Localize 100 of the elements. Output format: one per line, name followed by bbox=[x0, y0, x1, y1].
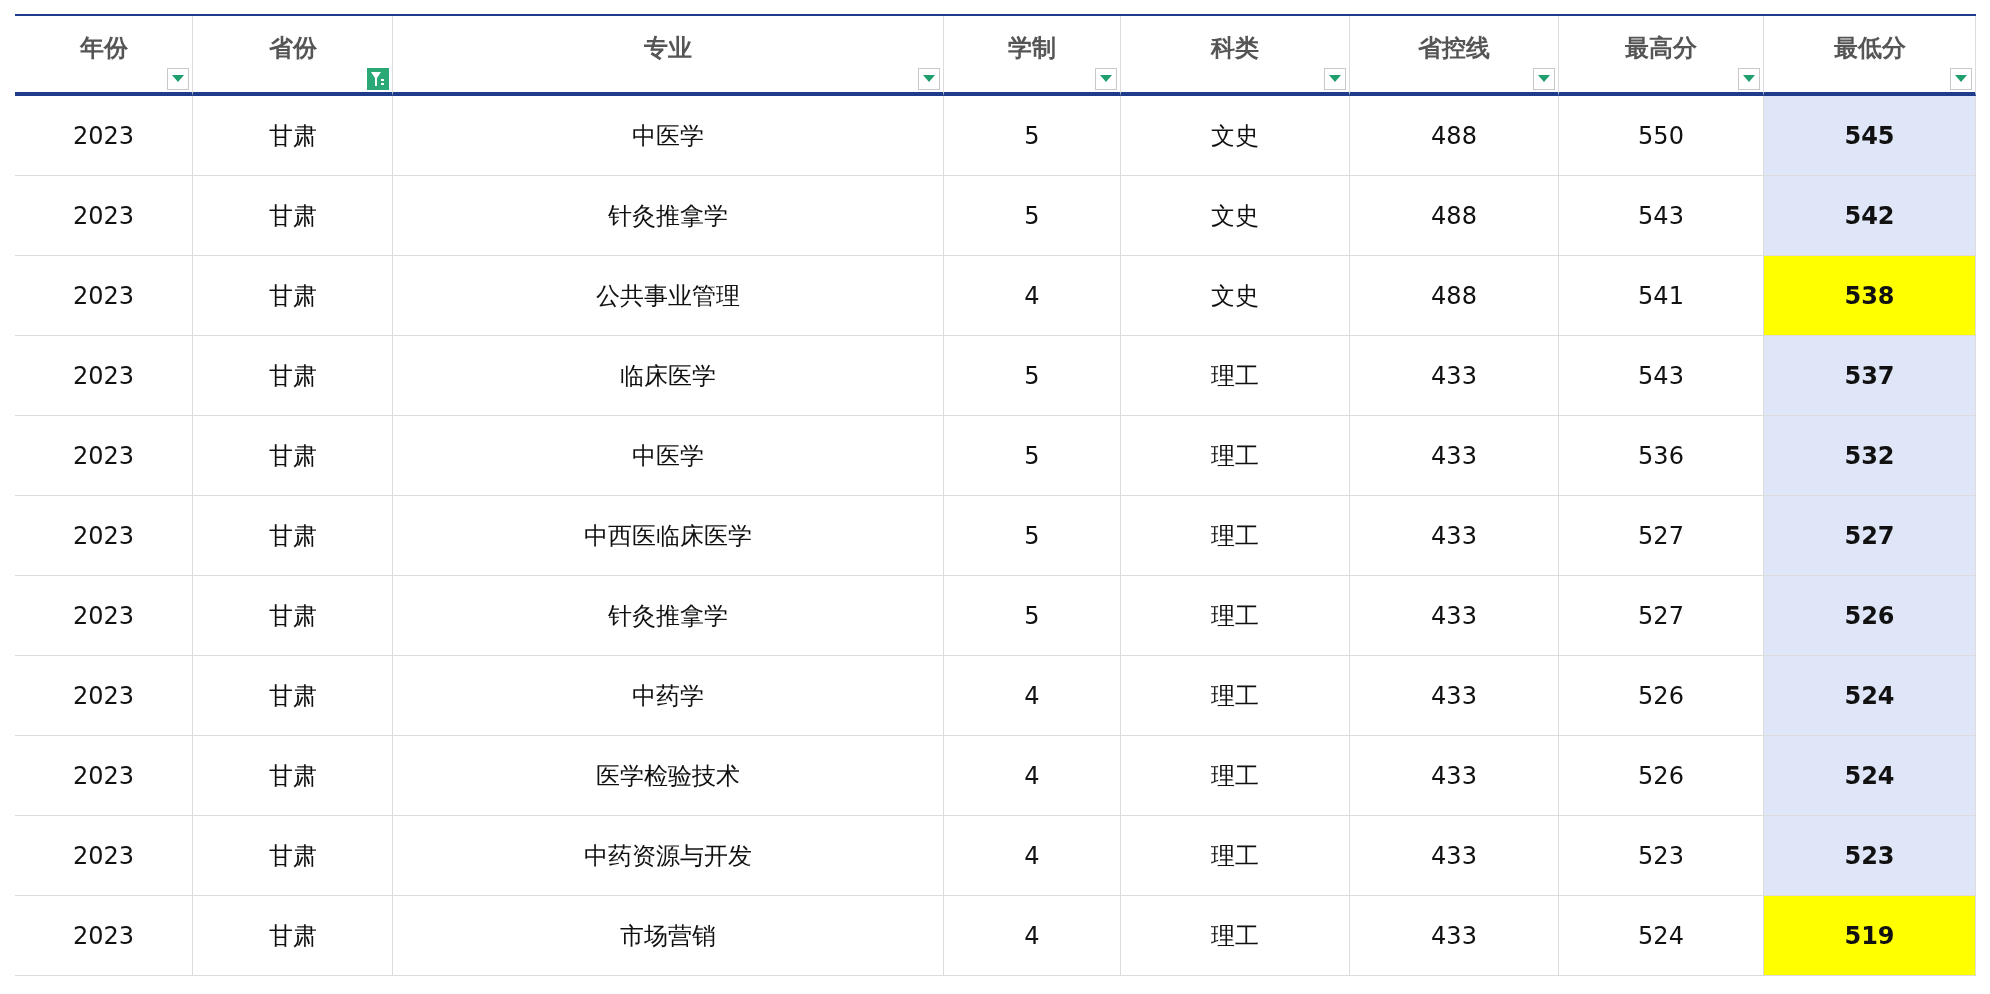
table-cell: 4 bbox=[944, 256, 1121, 336]
column-title: 科类 bbox=[1211, 33, 1259, 64]
table-cell: 433 bbox=[1350, 576, 1559, 656]
table-cell: 532 bbox=[1764, 416, 1976, 496]
table-cell: 中药学 bbox=[393, 656, 944, 736]
table-cell: 526 bbox=[1559, 656, 1764, 736]
table-cell: 2023 bbox=[15, 176, 193, 256]
table-cell: 理工 bbox=[1121, 576, 1350, 656]
table-cell: 甘肃 bbox=[193, 576, 393, 656]
table-cell: 523 bbox=[1559, 816, 1764, 896]
table-cell: 医学检验技术 bbox=[393, 736, 944, 816]
table-cell: 524 bbox=[1559, 896, 1764, 976]
table-cell: 甘肃 bbox=[193, 176, 393, 256]
funnel-icon bbox=[371, 71, 385, 87]
table-cell: 488 bbox=[1350, 176, 1559, 256]
table-cell: 2023 bbox=[15, 656, 193, 736]
filter-dropdown-button[interactable] bbox=[1738, 68, 1760, 90]
caret-icon bbox=[172, 75, 184, 83]
table-cell: 536 bbox=[1559, 416, 1764, 496]
table-cell: 文史 bbox=[1121, 256, 1350, 336]
table-cell: 理工 bbox=[1121, 736, 1350, 816]
table-cell: 2023 bbox=[15, 336, 193, 416]
table-cell: 2023 bbox=[15, 96, 193, 176]
table-cell: 433 bbox=[1350, 496, 1559, 576]
table-cell: 文史 bbox=[1121, 96, 1350, 176]
table-cell: 公共事业管理 bbox=[393, 256, 944, 336]
table-cell: 527 bbox=[1764, 496, 1976, 576]
table-cell: 5 bbox=[944, 496, 1121, 576]
filter-dropdown-button[interactable] bbox=[1950, 68, 1972, 90]
table-cell: 甘肃 bbox=[193, 256, 393, 336]
column-title: 省控线 bbox=[1418, 33, 1490, 64]
table-cell: 甘肃 bbox=[193, 96, 393, 176]
table-cell: 488 bbox=[1350, 256, 1559, 336]
table-cell: 临床医学 bbox=[393, 336, 944, 416]
filter-dropdown-button[interactable] bbox=[167, 68, 189, 90]
table-cell: 甘肃 bbox=[193, 656, 393, 736]
filter-dropdown-button[interactable] bbox=[1533, 68, 1555, 90]
table-cell: 理工 bbox=[1121, 416, 1350, 496]
table-cell: 甘肃 bbox=[193, 736, 393, 816]
table-cell: 2023 bbox=[15, 896, 193, 976]
table-cell: 甘肃 bbox=[193, 336, 393, 416]
column-title: 省份 bbox=[268, 33, 317, 64]
column-title: 学制 bbox=[1008, 33, 1056, 64]
table-cell: 433 bbox=[1350, 656, 1559, 736]
table-cell: 理工 bbox=[1121, 816, 1350, 896]
table-cell: 524 bbox=[1764, 736, 1976, 816]
column-title: 年份 bbox=[79, 33, 128, 64]
table-cell: 2023 bbox=[15, 256, 193, 336]
table-cell: 2023 bbox=[15, 816, 193, 896]
table-cell: 文史 bbox=[1121, 176, 1350, 256]
filter-dropdown-button[interactable] bbox=[1095, 68, 1117, 90]
table-cell: 433 bbox=[1350, 336, 1559, 416]
table-cell: 中医学 bbox=[393, 96, 944, 176]
table-cell: 519 bbox=[1764, 896, 1976, 976]
table-cell: 526 bbox=[1559, 736, 1764, 816]
filter-dropdown-button[interactable] bbox=[1324, 68, 1346, 90]
caret-icon bbox=[923, 75, 935, 83]
table-cell: 针灸推拿学 bbox=[393, 576, 944, 656]
table-cell: 527 bbox=[1559, 496, 1764, 576]
table-cell: 甘肃 bbox=[193, 416, 393, 496]
table-cell: 4 bbox=[944, 736, 1121, 816]
table-cell: 4 bbox=[944, 896, 1121, 976]
table-cell: 523 bbox=[1764, 816, 1976, 896]
table-cell: 524 bbox=[1764, 656, 1976, 736]
table-cell: 433 bbox=[1350, 896, 1559, 976]
table-cell: 5 bbox=[944, 576, 1121, 656]
table-cell: 2023 bbox=[15, 576, 193, 656]
table-cell: 5 bbox=[944, 176, 1121, 256]
filter-active-button[interactable] bbox=[367, 68, 389, 90]
table-cell: 5 bbox=[944, 336, 1121, 416]
table-cell: 5 bbox=[944, 416, 1121, 496]
table-cell: 理工 bbox=[1121, 656, 1350, 736]
column-title: 专业 bbox=[644, 33, 692, 64]
table-cell: 甘肃 bbox=[193, 896, 393, 976]
caret-icon bbox=[1329, 75, 1341, 83]
table-cell: 550 bbox=[1559, 96, 1764, 176]
table-cell: 527 bbox=[1559, 576, 1764, 656]
table-cell: 理工 bbox=[1121, 896, 1350, 976]
table-cell: 中西医临床医学 bbox=[393, 496, 944, 576]
column-title: 最低分 bbox=[1833, 33, 1906, 64]
table-cell: 甘肃 bbox=[193, 816, 393, 896]
caret-icon bbox=[1955, 75, 1967, 83]
table-cell: 433 bbox=[1350, 816, 1559, 896]
table-cell: 理工 bbox=[1121, 336, 1350, 416]
caret-icon bbox=[1100, 75, 1112, 83]
table-cell: 541 bbox=[1559, 256, 1764, 336]
table-cell: 4 bbox=[944, 816, 1121, 896]
table-cell: 545 bbox=[1764, 96, 1976, 176]
table-cell: 488 bbox=[1350, 96, 1559, 176]
table-cell: 543 bbox=[1559, 336, 1764, 416]
table-cell: 2023 bbox=[15, 416, 193, 496]
table-cell: 5 bbox=[944, 96, 1121, 176]
table-cell: 543 bbox=[1559, 176, 1764, 256]
table-cell: 针灸推拿学 bbox=[393, 176, 944, 256]
filter-dropdown-button[interactable] bbox=[918, 68, 940, 90]
table-cell: 537 bbox=[1764, 336, 1976, 416]
table-cell: 4 bbox=[944, 656, 1121, 736]
table-cell: 433 bbox=[1350, 416, 1559, 496]
table-cell: 理工 bbox=[1121, 496, 1350, 576]
caret-icon bbox=[1538, 75, 1550, 83]
